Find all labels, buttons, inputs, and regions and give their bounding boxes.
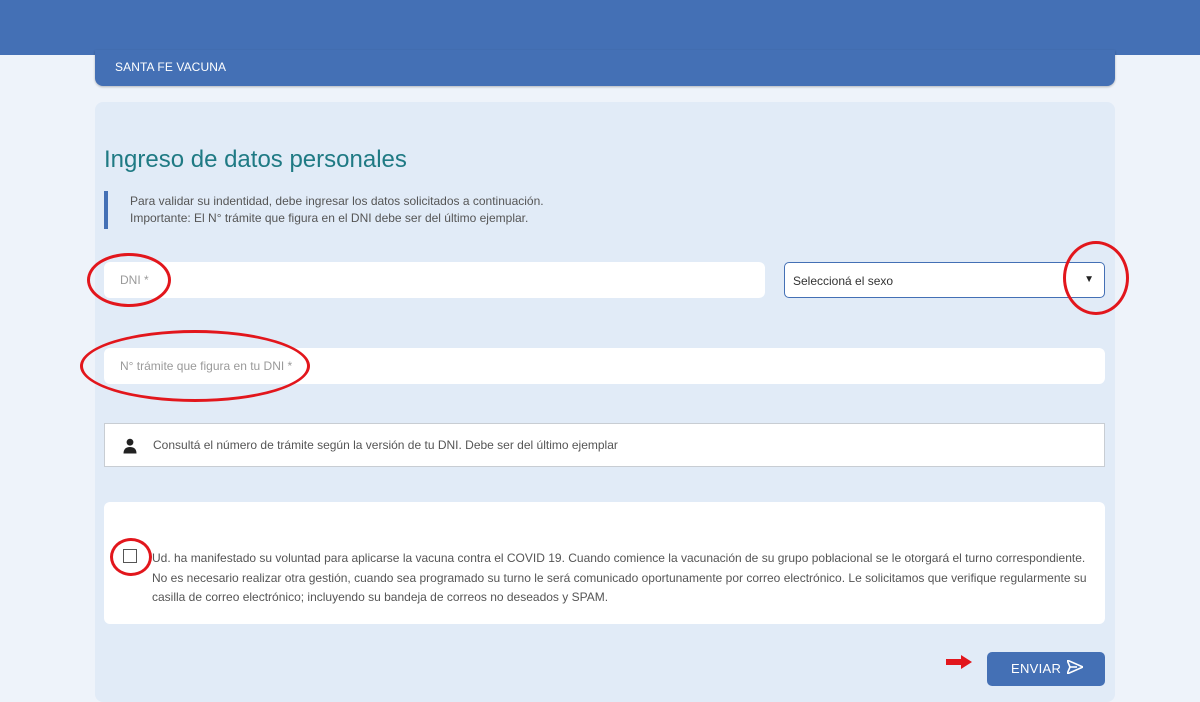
tramite-help-text: Consultá el número de trámite según la v… [153, 438, 618, 452]
consent-checkbox[interactable] [123, 549, 137, 563]
brand-bar: SANTA FE VACUNA [95, 50, 1115, 86]
notice-box: Para validar su indentidad, debe ingresa… [104, 191, 708, 229]
sex-select-value: Seleccioná el sexo [793, 274, 894, 288]
brand-title: SANTA FE VACUNA [115, 60, 227, 74]
page-title: Ingreso de datos personales [104, 146, 407, 173]
send-icon [1067, 660, 1083, 674]
tramite-field [104, 348, 1105, 384]
person-icon [123, 438, 137, 454]
dni-input[interactable] [104, 262, 765, 298]
annotation-arrow-icon [946, 655, 972, 669]
consent-box: Ud. ha manifestado su voluntad para apli… [104, 502, 1105, 624]
notice-line-2: Importante: El N° trámite que figura en … [130, 211, 529, 225]
enviar-button[interactable]: ENVIAR [987, 652, 1105, 686]
dni-field [104, 262, 765, 298]
tramite-help-box[interactable]: Consultá el número de trámite según la v… [104, 423, 1105, 467]
notice-line-1: Para validar su indentidad, debe ingresa… [130, 194, 544, 208]
chevron-down-icon[interactable]: ▼ [1084, 274, 1094, 285]
top-bar [0, 0, 1200, 55]
enviar-label: ENVIAR [1011, 661, 1062, 676]
tramite-input[interactable] [104, 348, 1105, 384]
consent-text: Ud. ha manifestado su voluntad para apli… [152, 551, 1087, 604]
sex-select[interactable]: Seleccioná el sexo ▼ [784, 262, 1105, 298]
